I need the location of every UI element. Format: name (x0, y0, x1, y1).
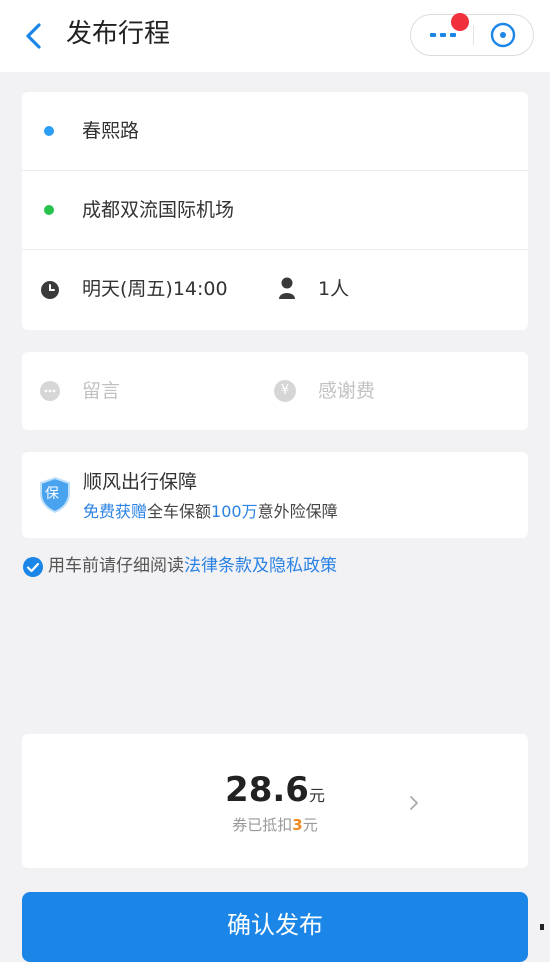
coverage-text: 全车保额 (147, 502, 212, 521)
legal-terms-link[interactable]: 法律条款及隐私政策 (184, 556, 337, 576)
mini-program-capsule (410, 14, 534, 56)
time-selector[interactable]: 明天(周五)14:00 (22, 250, 262, 328)
time-text: 明天(周五)14:00 (82, 278, 228, 300)
price-amount: 28.6 (225, 770, 309, 810)
price-line: 28.6元 (22, 770, 528, 810)
passenger-text: 1人 (318, 278, 350, 300)
coupon-line: 券已抵扣3元 (22, 814, 528, 835)
message-input[interactable]: 留言 (22, 352, 272, 430)
destination-text: 成都双流国际机场 (82, 199, 235, 221)
yen-icon: ¥ (274, 380, 296, 402)
passenger-selector[interactable]: 1人 (262, 250, 462, 328)
close-button[interactable] (474, 15, 534, 55)
coupon-prefix: 券已抵扣 (232, 816, 293, 834)
coverage-end-text: 意外险保障 (257, 502, 338, 521)
destination-row[interactable]: 成都双流国际机场 (22, 171, 528, 249)
coupon-unit: 元 (302, 816, 318, 834)
shield-badge-text: 保 (45, 486, 59, 502)
close-circle-icon (490, 22, 516, 48)
coverage-amount: 100万 (211, 502, 258, 521)
route-card: 春熙路 成都双流国际机场 明天(周五)14:00 1人 (22, 92, 528, 330)
tip-placeholder: 感谢费 (318, 380, 376, 402)
price-card[interactable]: 28.6元 券已抵扣3元 (22, 734, 528, 868)
free-gift-text: 免费获赠 (83, 502, 148, 521)
time-passenger-row: 明天(周五)14:00 1人 (22, 250, 528, 328)
coupon-value: 3 (292, 816, 303, 834)
origin-text: 春熙路 (82, 120, 140, 142)
message-placeholder: 留言 (82, 380, 121, 402)
insurance-subtitle: 免费获赠全车保额100万意外险保障 (83, 499, 338, 525)
insurance-card[interactable]: 保 顺风出行保障 免费获赠全车保额100万意外险保障 (22, 452, 528, 538)
price-unit: 元 (308, 786, 325, 805)
confirm-publish-button[interactable]: 确认发布 (22, 892, 528, 962)
chat-bubble-icon (40, 381, 60, 401)
checkbox-checked-icon[interactable] (22, 556, 44, 578)
notification-dot (451, 13, 469, 31)
page-title: 发布行程 (66, 19, 171, 49)
clock-icon (41, 281, 59, 299)
back-chevron-icon[interactable] (22, 22, 46, 50)
origin-row[interactable]: 春熙路 (22, 92, 528, 170)
person-icon (279, 277, 295, 299)
corner-mark (540, 924, 544, 930)
agreement-text: 用车前请仔细阅读法律条款及隐私政策 (48, 552, 337, 580)
insurance-title: 顺风出行保障 (83, 471, 198, 493)
destination-dot-icon (44, 205, 54, 215)
top-bar: 发布行程 (0, 0, 550, 72)
tip-input[interactable]: ¥ 感谢费 (272, 352, 528, 430)
origin-dot-icon (44, 126, 54, 136)
extras-card: 留言 ¥ 感谢费 (22, 352, 528, 430)
chevron-right-icon[interactable] (408, 794, 420, 812)
agreement-prefix: 用车前请仔细阅读 (48, 556, 184, 576)
